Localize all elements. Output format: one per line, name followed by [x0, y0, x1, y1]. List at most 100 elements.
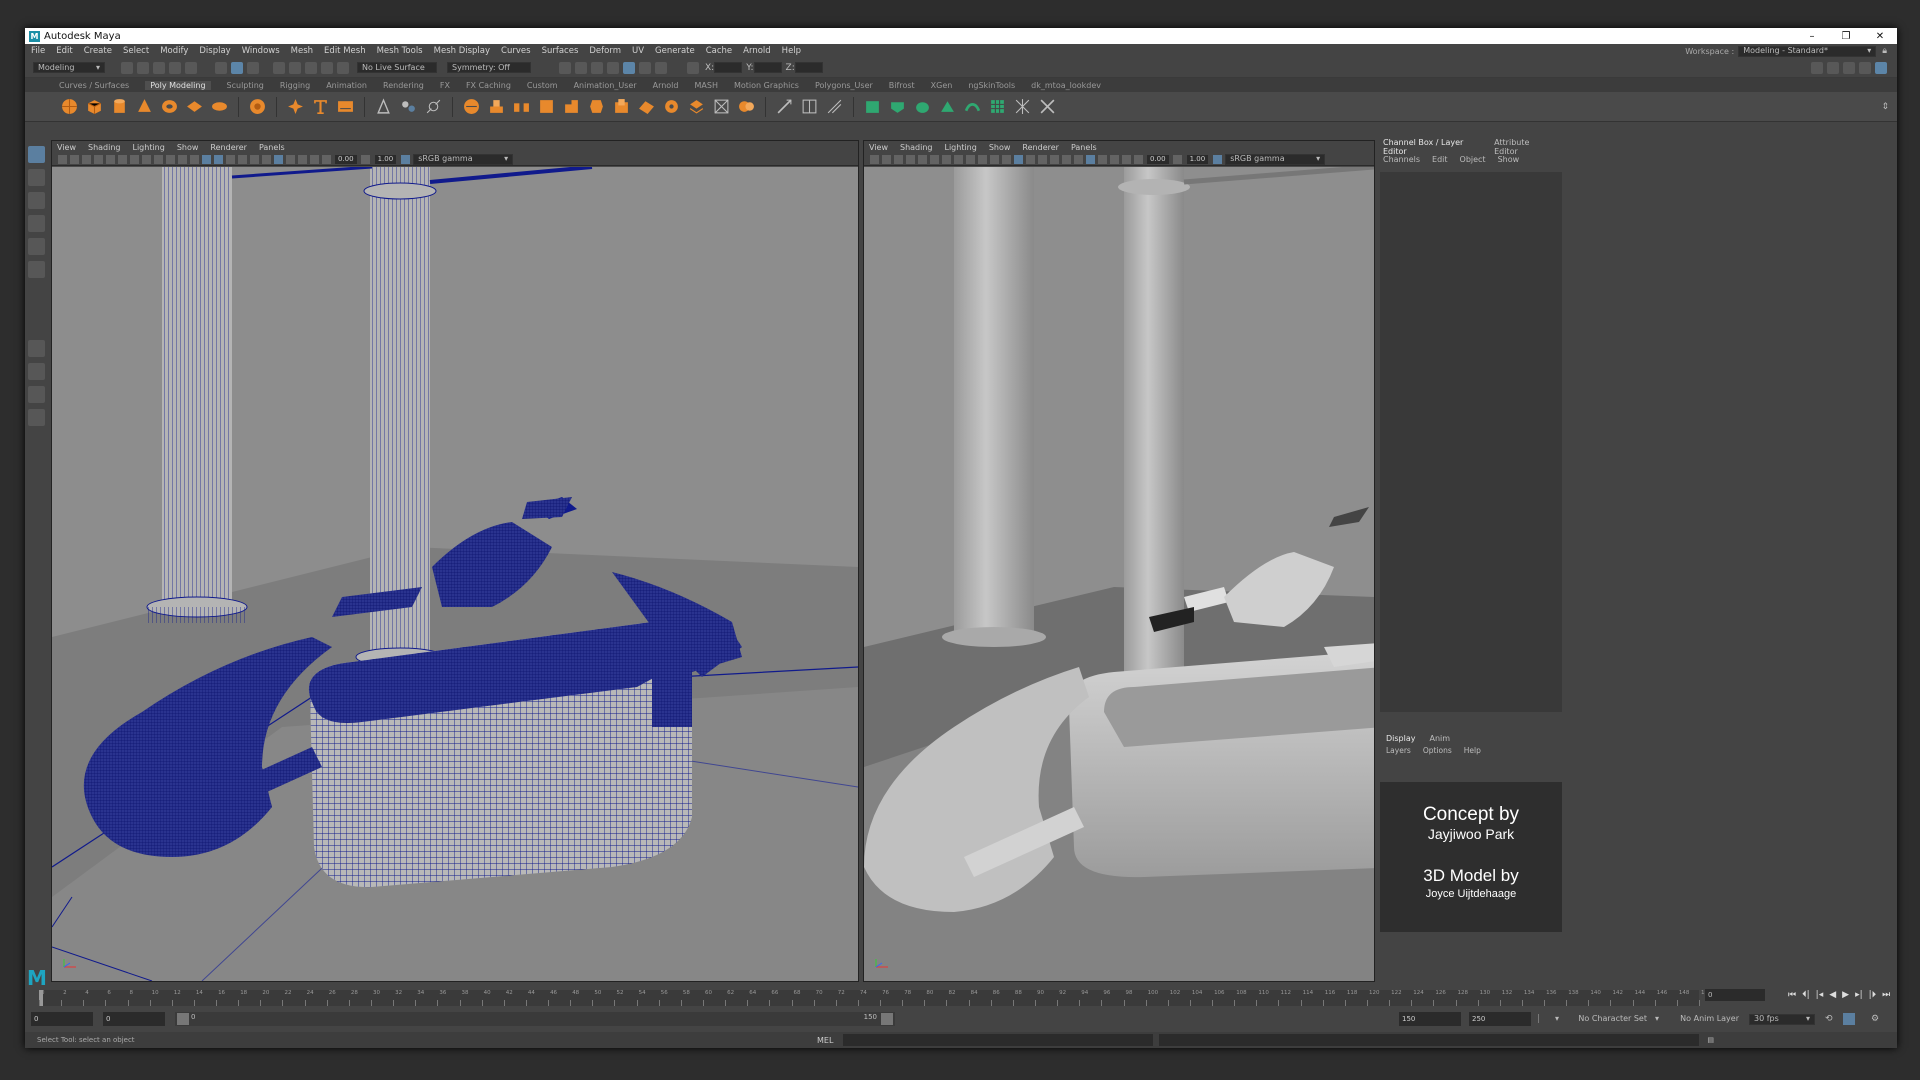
poke-face-icon[interactable]	[688, 98, 705, 115]
isolate-select-icon[interactable]	[285, 154, 295, 164]
smooth-icon[interactable]	[463, 98, 480, 115]
menu-mesh[interactable]: Mesh	[291, 46, 313, 56]
fill-hole-icon[interactable]	[588, 98, 605, 115]
shelf-tab-motion-graphics[interactable]: Motion Graphics	[734, 81, 799, 90]
minimize-button[interactable]: –	[1795, 31, 1829, 42]
range-end-handle[interactable]	[881, 1013, 893, 1025]
shelf-tab-curves-surfaces[interactable]: Curves / Surfaces	[59, 81, 129, 90]
film-gate-icon[interactable]	[129, 154, 139, 164]
arnold-render-icon[interactable]	[639, 61, 651, 74]
lock-icon[interactable]: 🔒︎	[1882, 46, 1887, 56]
menu-cache[interactable]: Cache	[706, 46, 732, 56]
separate-icon[interactable]	[425, 98, 442, 115]
menu-edit-mesh[interactable]: Edit Mesh	[324, 46, 366, 56]
loop-icon[interactable]: ⟲	[1825, 1014, 1833, 1024]
safe-action-icon[interactable]	[177, 154, 187, 164]
gamma-icon[interactable]	[1173, 154, 1183, 164]
smooth-shade-icon[interactable]	[201, 154, 211, 164]
range-slider[interactable]: 0 150	[175, 1012, 895, 1026]
resolution-gate-icon[interactable]	[141, 154, 151, 164]
anim-prefs-icon[interactable]: ⚙︎	[1871, 1014, 1879, 1024]
channel-menu-channels[interactable]: Channels	[1383, 155, 1420, 164]
textured-icon[interactable]	[1037, 154, 1047, 164]
bevel-icon[interactable]	[538, 98, 555, 115]
viewport-right-canvas[interactable]	[864, 167, 1374, 981]
render-frame-icon[interactable]	[575, 61, 587, 74]
rotate-tool-icon[interactable]	[27, 238, 45, 255]
snap-grid-icon[interactable]	[273, 61, 285, 74]
tab-channel-box-layer-editor[interactable]: Channel Box / Layer Editor	[1383, 138, 1478, 156]
menu-set-dropdown[interactable]: Modeling ▾	[33, 62, 105, 73]
shelf-tab-custom[interactable]: Custom	[527, 81, 558, 90]
hypershade-icon[interactable]	[623, 61, 635, 74]
safe-action-icon[interactable]	[989, 154, 999, 164]
playback-end-field[interactable]: 150	[1399, 1012, 1461, 1026]
poly-disc-icon[interactable]	[211, 98, 228, 115]
wireframe-icon[interactable]	[189, 154, 199, 164]
scene-start-field[interactable]: 0	[31, 1012, 93, 1026]
poly-plane-icon[interactable]	[186, 98, 203, 115]
menu-mesh-tools[interactable]: Mesh Tools	[377, 46, 423, 56]
step-back-key-icon[interactable]: |◂	[1816, 990, 1824, 1000]
exposure-field[interactable]: 0.00	[335, 154, 357, 164]
tab-anim-layers[interactable]: Anim	[1430, 734, 1451, 743]
play-forwards-icon[interactable]: ▶	[1842, 990, 1849, 1000]
lights-icon[interactable]	[237, 154, 247, 164]
viewport-menu-renderer[interactable]: Renderer	[1022, 143, 1059, 152]
grid-icon[interactable]	[117, 154, 127, 164]
color-management-icon[interactable]	[400, 154, 410, 164]
shelf-scroll-icon[interactable]: ⇕	[1881, 102, 1889, 112]
four-view-icon[interactable]	[27, 363, 45, 380]
x-field[interactable]	[714, 62, 743, 73]
wireframe-on-shaded-icon[interactable]	[213, 154, 223, 164]
viewport-menu-panels[interactable]: Panels	[1071, 143, 1097, 152]
2d-pan-zoom-icon[interactable]	[905, 154, 915, 164]
go-to-end-icon[interactable]: ⏭	[1882, 990, 1890, 1000]
select-tool-icon[interactable]	[27, 146, 45, 163]
lasso-tool-icon[interactable]	[27, 169, 45, 186]
resolution-gate-icon[interactable]	[953, 154, 963, 164]
menu-curves[interactable]: Curves	[501, 46, 531, 56]
redo-icon[interactable]	[185, 61, 197, 74]
planar-mapping-icon[interactable]	[801, 98, 818, 115]
playback-start-field[interactable]: 0	[103, 1012, 165, 1026]
shelf-tab-animation-user[interactable]: Animation_User	[574, 81, 637, 90]
menu-create[interactable]: Create	[84, 46, 112, 56]
multi-cut-icon[interactable]	[613, 98, 630, 115]
shelf-tab-rigging[interactable]: Rigging	[280, 81, 310, 90]
move-tool-icon[interactable]	[27, 215, 45, 232]
gamma-icon[interactable]	[361, 154, 371, 164]
shelf-tab-fx[interactable]: FX	[440, 81, 450, 90]
play-backwards-icon[interactable]: ◀	[1829, 990, 1836, 1000]
layer-menu-options[interactable]: Options	[1423, 746, 1452, 755]
channel-menu-show[interactable]: Show	[1498, 155, 1520, 164]
grease-pencil-icon[interactable]	[105, 154, 115, 164]
shelf-tab-mash[interactable]: MASH	[694, 81, 717, 90]
bridge-icon[interactable]	[513, 98, 530, 115]
bookmark-icon[interactable]	[881, 154, 891, 164]
smooth-shade-icon[interactable]	[1013, 154, 1023, 164]
viewport-right[interactable]: View Shading Lighting Show Renderer Pane…	[863, 140, 1375, 982]
nonlinear-bend-icon[interactable]	[1014, 98, 1031, 115]
super-shape-icon[interactable]	[287, 98, 304, 115]
platonic-solid-icon[interactable]	[249, 98, 266, 115]
shelf-tab-arnold[interactable]: Arnold	[653, 81, 679, 90]
live-surface-field[interactable]: No Live Surface	[357, 62, 437, 73]
xray-active-icon[interactable]	[1121, 154, 1131, 164]
select-by-component-icon[interactable]	[247, 61, 259, 74]
wireframe-on-shaded-icon[interactable]	[1025, 154, 1035, 164]
shelf-tab-dk-mtoa-lookdev[interactable]: dk_mtoa_lookdev	[1031, 81, 1101, 90]
menu-windows[interactable]: Windows	[242, 46, 280, 56]
step-forward-key-icon[interactable]: ▸|	[1855, 990, 1863, 1000]
shelf-tab-fx-caching[interactable]: FX Caching	[466, 81, 511, 90]
scene-end-field[interactable]: 250	[1469, 1012, 1531, 1026]
offset-edge-loop-icon[interactable]	[663, 98, 680, 115]
viewport-menu-show[interactable]: Show	[989, 143, 1011, 152]
tab-attribute-editor[interactable]: Attribute Editor	[1494, 138, 1549, 156]
current-frame-field[interactable]: 0	[1705, 989, 1765, 1001]
ipr-render-icon[interactable]	[591, 61, 603, 74]
image-plane-icon[interactable]	[893, 154, 903, 164]
automatic-mapping-icon[interactable]	[826, 98, 843, 115]
channel-menu-object[interactable]: Object	[1460, 155, 1486, 164]
z-field[interactable]	[794, 62, 823, 73]
